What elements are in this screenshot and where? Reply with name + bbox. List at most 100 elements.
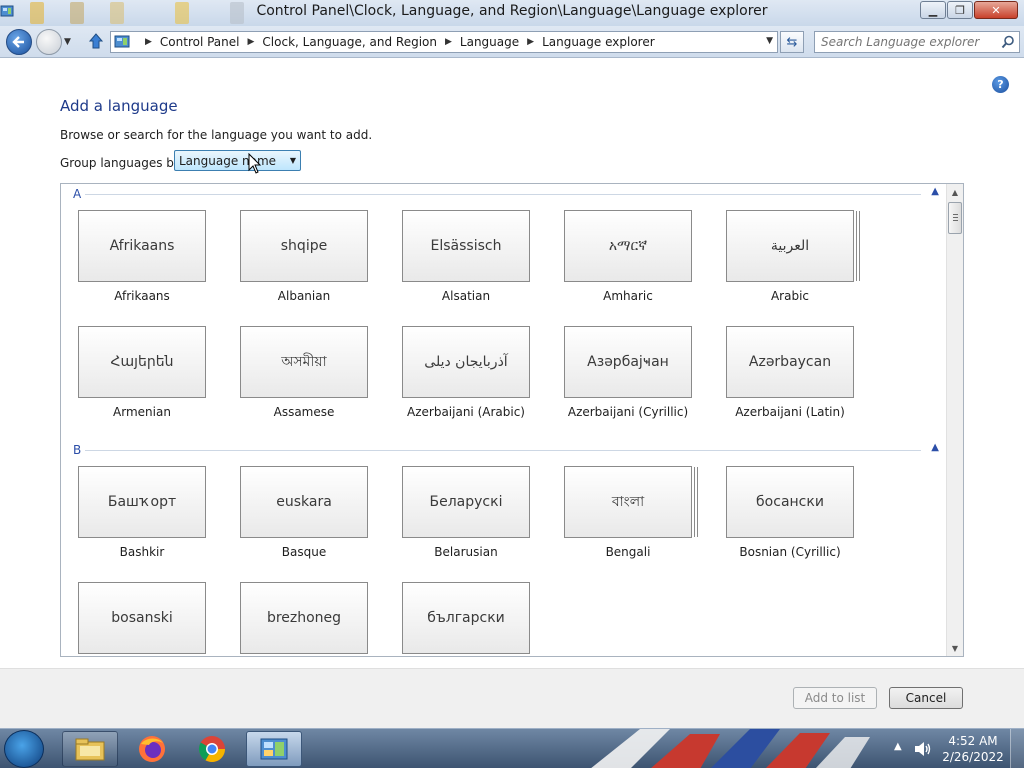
show-hidden-icons-icon[interactable]: ▲ bbox=[894, 741, 902, 752]
control-panel-task-button[interactable] bbox=[246, 731, 302, 767]
mouse-cursor-icon bbox=[248, 153, 262, 174]
language-tile[interactable]: shqipe bbox=[240, 210, 368, 282]
firefox-icon[interactable] bbox=[124, 731, 180, 767]
breadcrumb-separator-icon[interactable]: ▶ bbox=[527, 37, 534, 47]
language-native-name: bosanski bbox=[111, 610, 173, 626]
refresh-button[interactable]: ⇆ bbox=[780, 31, 804, 53]
language-caption: Bengali bbox=[605, 545, 651, 559]
back-arrow-icon bbox=[12, 36, 24, 48]
breadcrumb-separator-icon: ▶ bbox=[145, 37, 152, 47]
language-native-name: Беларускі bbox=[429, 494, 503, 510]
language-tile-stack[interactable]: বাংলা bbox=[564, 466, 692, 538]
restore-icon: ❐ bbox=[955, 3, 965, 17]
control-panel-icon bbox=[114, 35, 130, 48]
language-native-name: brezhoneg bbox=[266, 610, 342, 626]
search-input[interactable] bbox=[815, 32, 995, 52]
scroll-down-arrow-icon[interactable]: ▼ bbox=[947, 640, 963, 656]
language-tile[interactable]: Afrikaans bbox=[78, 210, 206, 282]
scroll-thumb[interactable] bbox=[948, 202, 962, 234]
collapse-group-a-icon[interactable]: ▲ bbox=[931, 186, 939, 197]
address-bar[interactable]: ▶ Control Panel ▶ Clock, Language, and Re… bbox=[110, 31, 778, 53]
language-caption: Alsatian bbox=[441, 289, 491, 303]
address-history-chevron-icon[interactable]: ▼ bbox=[766, 36, 773, 46]
grip-line bbox=[953, 217, 958, 218]
page-title: Add a language bbox=[60, 97, 178, 115]
language-caption: Azerbaijani (Arabic) bbox=[407, 405, 525, 419]
clock-time: 4:52 AM bbox=[948, 734, 998, 748]
maximize-button[interactable]: ❐ bbox=[947, 1, 973, 19]
window-controls: ▁ ❐ ✕ bbox=[919, 1, 1018, 19]
language-tile[interactable]: български bbox=[402, 582, 530, 654]
start-orb-icon[interactable] bbox=[4, 730, 44, 768]
language-tile[interactable]: آذربايجان ديلی bbox=[402, 326, 530, 398]
language-native-name: Башҡорт bbox=[107, 494, 177, 510]
help-icon[interactable]: ? bbox=[992, 76, 1009, 93]
language-native-name: български bbox=[427, 610, 505, 626]
language-caption: Belarusian bbox=[434, 545, 498, 559]
language-tile[interactable]: brezhoneg bbox=[240, 582, 368, 654]
system-clock[interactable]: 4:52 AM 2/26/2022 bbox=[940, 733, 1006, 765]
language-tile[interactable]: босански bbox=[726, 466, 854, 538]
minimize-button[interactable]: ▁ bbox=[920, 1, 946, 19]
group-by-dropdown[interactable]: Language name ▼ bbox=[174, 150, 301, 171]
breadcrumb-language[interactable]: Language ▶ bbox=[460, 35, 542, 49]
language-caption: Armenian bbox=[113, 405, 171, 419]
close-button[interactable]: ✕ bbox=[974, 1, 1018, 19]
volume-icon[interactable] bbox=[912, 739, 932, 759]
language-tile-stack[interactable]: العربية bbox=[726, 210, 854, 282]
language-tile[interactable]: euskara bbox=[240, 466, 368, 538]
recent-pages-chevron-icon[interactable]: ▼ bbox=[64, 37, 71, 47]
language-tile[interactable]: Азәрбајҹан bbox=[564, 326, 692, 398]
breadcrumb-label: Language bbox=[459, 35, 520, 49]
breadcrumb-language-explorer[interactable]: Language explorer bbox=[542, 35, 655, 49]
language-caption: Albanian bbox=[277, 289, 331, 303]
collapse-group-b-icon[interactable]: ▲ bbox=[931, 442, 939, 453]
chrome-icon[interactable] bbox=[184, 731, 240, 767]
language-list[interactable]: A ▲ Afrikaans Afrikaans shqipe Albanian … bbox=[60, 183, 964, 657]
language-tile[interactable]: bosanski bbox=[78, 582, 206, 654]
language-tile[interactable]: Башҡорт bbox=[78, 466, 206, 538]
breadcrumb-control-panel[interactable]: Control Panel ▶ bbox=[160, 35, 263, 49]
control-panel-icon bbox=[260, 738, 288, 760]
language-tile[interactable]: অসমীয়া bbox=[240, 326, 368, 398]
add-to-list-button[interactable]: Add to list bbox=[793, 687, 877, 709]
file-explorer-icon[interactable] bbox=[62, 731, 118, 767]
search-icon[interactable] bbox=[1001, 35, 1015, 49]
taskbar: ▲ 4:52 AM 2/26/2022 bbox=[0, 728, 1024, 768]
breadcrumb-separator-icon[interactable]: ▶ bbox=[445, 37, 452, 47]
chrome-logo-icon bbox=[198, 736, 226, 763]
breadcrumb-clock-language-region[interactable]: Clock, Language, and Region ▶ bbox=[262, 35, 459, 49]
language-caption: Amharic bbox=[603, 289, 653, 303]
folder-icon bbox=[75, 738, 105, 761]
language-native-name: Afrikaans bbox=[109, 238, 175, 254]
page-description: Browse or search for the language you wa… bbox=[60, 128, 373, 142]
breadcrumb-label: Control Panel bbox=[159, 35, 240, 49]
up-arrow-icon bbox=[88, 33, 104, 49]
language-caption: Bashkir bbox=[119, 545, 165, 559]
forward-button[interactable] bbox=[36, 29, 62, 55]
language-tile[interactable]: Azərbaycan bbox=[726, 326, 854, 398]
language-tile[interactable]: Հայերեն bbox=[78, 326, 206, 398]
language-caption: Arabic bbox=[770, 289, 810, 303]
search-box[interactable] bbox=[814, 31, 1020, 53]
group-header-b[interactable]: B bbox=[73, 443, 81, 457]
dialog-button-bar: Add to list Cancel bbox=[0, 668, 1024, 728]
back-button[interactable] bbox=[6, 29, 32, 55]
language-native-name: অসমীয়া bbox=[281, 354, 327, 370]
up-button[interactable] bbox=[86, 31, 106, 51]
show-desktop-button[interactable] bbox=[1010, 729, 1024, 768]
language-tile[interactable]: Беларускі bbox=[402, 466, 530, 538]
language-native-name: Հայերեն bbox=[110, 354, 174, 370]
language-native-name: босански bbox=[756, 494, 824, 510]
language-tile[interactable]: Elsässisch bbox=[402, 210, 530, 282]
language-native-name: Elsässisch bbox=[430, 238, 502, 254]
cancel-button[interactable]: Cancel bbox=[889, 687, 963, 709]
group-header-a[interactable]: A bbox=[73, 187, 81, 201]
breadcrumb-label: Clock, Language, and Region bbox=[262, 35, 437, 49]
vertical-scrollbar[interactable]: ▲ ▼ bbox=[946, 184, 963, 656]
language-tile[interactable]: አማርኛ bbox=[564, 210, 692, 282]
language-caption: Azerbaijani (Cyrillic) bbox=[567, 405, 689, 419]
language-caption: Assamese bbox=[273, 405, 335, 419]
scroll-up-arrow-icon[interactable]: ▲ bbox=[947, 184, 963, 200]
breadcrumb-separator-icon[interactable]: ▶ bbox=[248, 37, 255, 47]
